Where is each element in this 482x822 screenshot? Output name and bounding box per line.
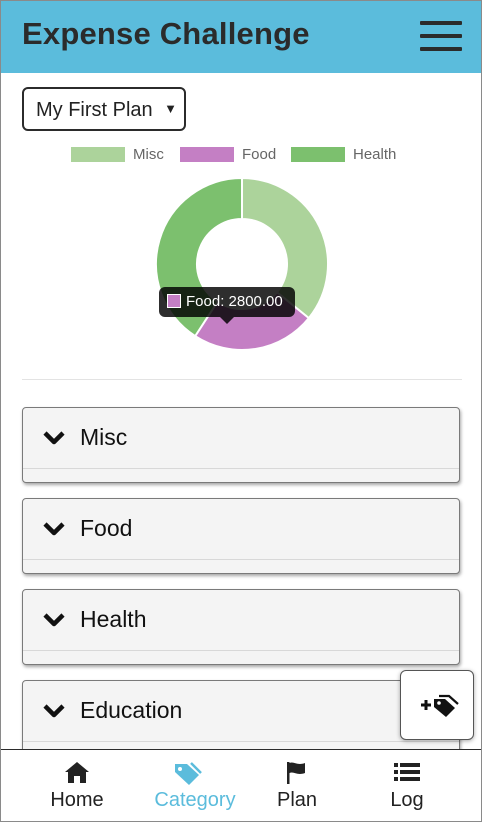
chart-legend: Misc Food Health [1, 146, 481, 164]
app-header: Expense Challenge [1, 1, 481, 73]
hamburger-icon [420, 21, 462, 25]
menu-button[interactable] [420, 21, 462, 51]
app-frame: Expense Challenge My First Plan ▼ Misc F… [0, 0, 482, 822]
category-card-education[interactable]: Education [22, 680, 460, 756]
chevron-down-icon [43, 431, 65, 445]
nav-label: Log [390, 789, 424, 811]
legend-label: Health [353, 146, 397, 163]
legend-swatch [71, 147, 125, 162]
category-label: Education [80, 697, 183, 723]
flag-icon [287, 762, 305, 784]
divider [22, 379, 462, 380]
category-card-food[interactable]: Food [22, 498, 460, 574]
chevron-down-icon [43, 522, 65, 536]
list-icon [394, 763, 420, 781]
legend-label: Food [242, 146, 277, 163]
app-title: Expense Challenge [22, 16, 310, 51]
nav-item-home[interactable]: Home [17, 750, 137, 821]
category-card-health[interactable]: Health [22, 589, 460, 665]
add-category-button[interactable] [400, 670, 474, 740]
category-card-misc[interactable]: Misc [22, 407, 460, 483]
category-label: Misc [80, 424, 128, 450]
chart-tooltip: Food: 2800.00 [159, 287, 295, 324]
legend-label: Misc [133, 146, 164, 163]
bottom-navigation: Home Category Plan Log [1, 749, 481, 821]
tooltip-swatch [167, 294, 181, 308]
nav-label: Home [50, 789, 104, 811]
home-icon [65, 762, 89, 783]
dropdown-arrow-icon: ▼ [164, 101, 177, 116]
nav-item-log[interactable]: Log [347, 750, 467, 821]
legend-swatch [291, 147, 345, 162]
category-label: Food [80, 515, 133, 541]
chevron-down-icon [43, 613, 65, 627]
add-tag-icon [421, 694, 459, 717]
category-label: Health [80, 606, 147, 632]
nav-label: Plan [276, 789, 318, 811]
plan-select[interactable]: My First Plan ▼ [22, 87, 186, 131]
plan-select-value: My First Plan [36, 99, 153, 121]
nav-item-plan[interactable]: Plan [237, 750, 357, 821]
chevron-down-icon [43, 704, 65, 718]
tooltip-text: Food: 2800.00 [186, 293, 283, 310]
legend-swatch [180, 147, 234, 162]
expense-doughnut-chart[interactable] [155, 177, 329, 351]
